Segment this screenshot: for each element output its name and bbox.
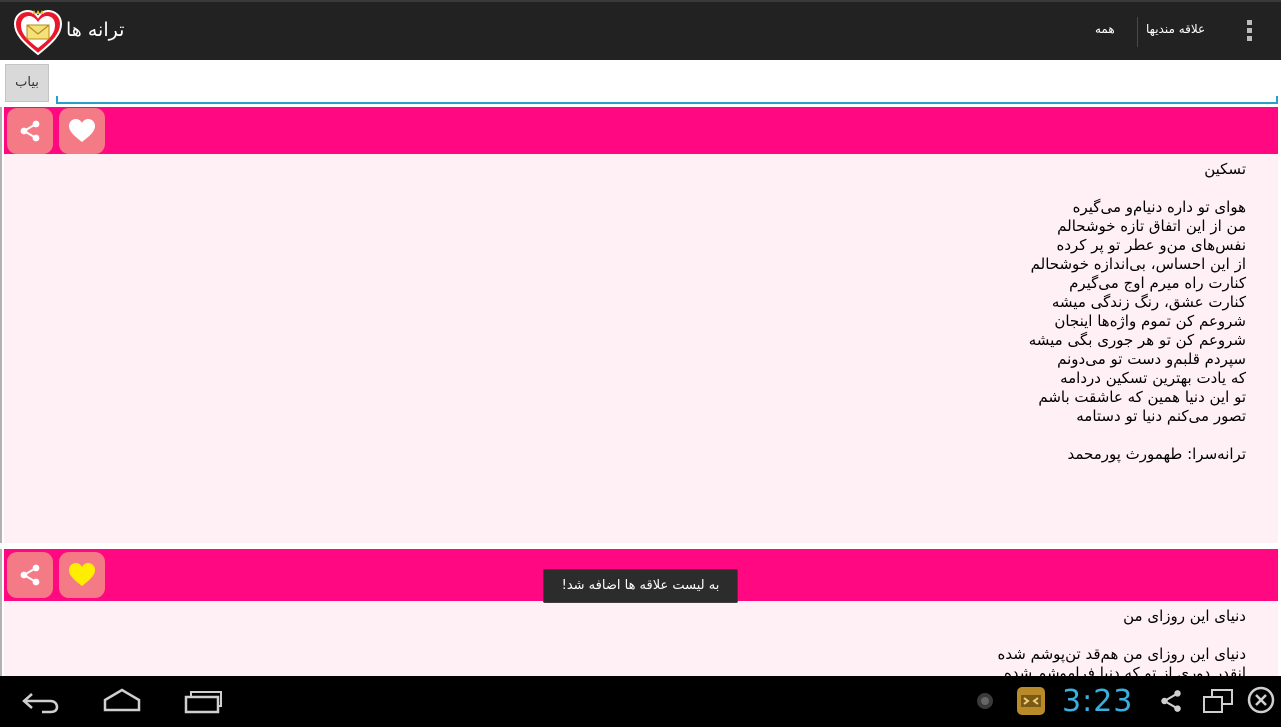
search-input-edge	[1276, 96, 1278, 104]
card-edge	[0, 107, 2, 543]
search-input-edge	[56, 96, 58, 104]
tab-divider	[1137, 17, 1138, 47]
favorite-button[interactable]	[59, 108, 105, 154]
close-icon[interactable]	[1246, 685, 1276, 715]
song-card-body: تسکین هوای تو داره دنیام‌و می‌گیره من از…	[4, 154, 1278, 543]
app-title: ترانه ها	[66, 19, 125, 41]
share-button[interactable]	[7, 552, 53, 598]
song-lyrics: تسکین هوای تو داره دنیام‌و می‌گیره من از…	[1028, 160, 1246, 463]
find-button[interactable]: بیاب	[5, 64, 49, 102]
tab-favorites[interactable]: علاقه مندیها	[1146, 22, 1205, 36]
share-status-icon[interactable]	[1158, 688, 1184, 714]
recent-apps-icon[interactable]	[184, 688, 222, 714]
share-button[interactable]	[7, 108, 53, 154]
game-notification-icon[interactable]	[1015, 685, 1047, 717]
heart-icon	[69, 563, 95, 586]
system-navigation-bar: 3:23	[0, 676, 1281, 727]
status-clock: 3:23	[1062, 684, 1134, 719]
share-icon	[20, 564, 40, 586]
tab-all[interactable]: همه	[1095, 22, 1115, 36]
search-input[interactable]	[56, 64, 1278, 104]
back-icon[interactable]	[22, 688, 60, 714]
overflow-menu-icon[interactable]	[1240, 20, 1258, 46]
favorite-button[interactable]	[59, 552, 105, 598]
share-icon	[20, 120, 40, 142]
song-lyrics: دنیای این روزای من دنیای این روزای من هم…	[997, 607, 1246, 676]
song-card-body: دنیای این روزای من دنیای این روزای من هم…	[4, 601, 1278, 676]
home-icon[interactable]	[103, 688, 141, 712]
toast-message: به لیست علاقه ها اضافه شد!	[543, 569, 738, 603]
screen-mirror-icon[interactable]	[1202, 687, 1234, 715]
card-edge	[0, 549, 2, 676]
notification-dot-icon[interactable]	[975, 691, 995, 711]
song-card-toolbar	[4, 107, 1278, 154]
heart-icon	[69, 119, 95, 142]
action-bar: ترانه ها علاقه مندیها همه	[0, 0, 1281, 60]
heart-envelope-icon[interactable]	[13, 8, 63, 58]
